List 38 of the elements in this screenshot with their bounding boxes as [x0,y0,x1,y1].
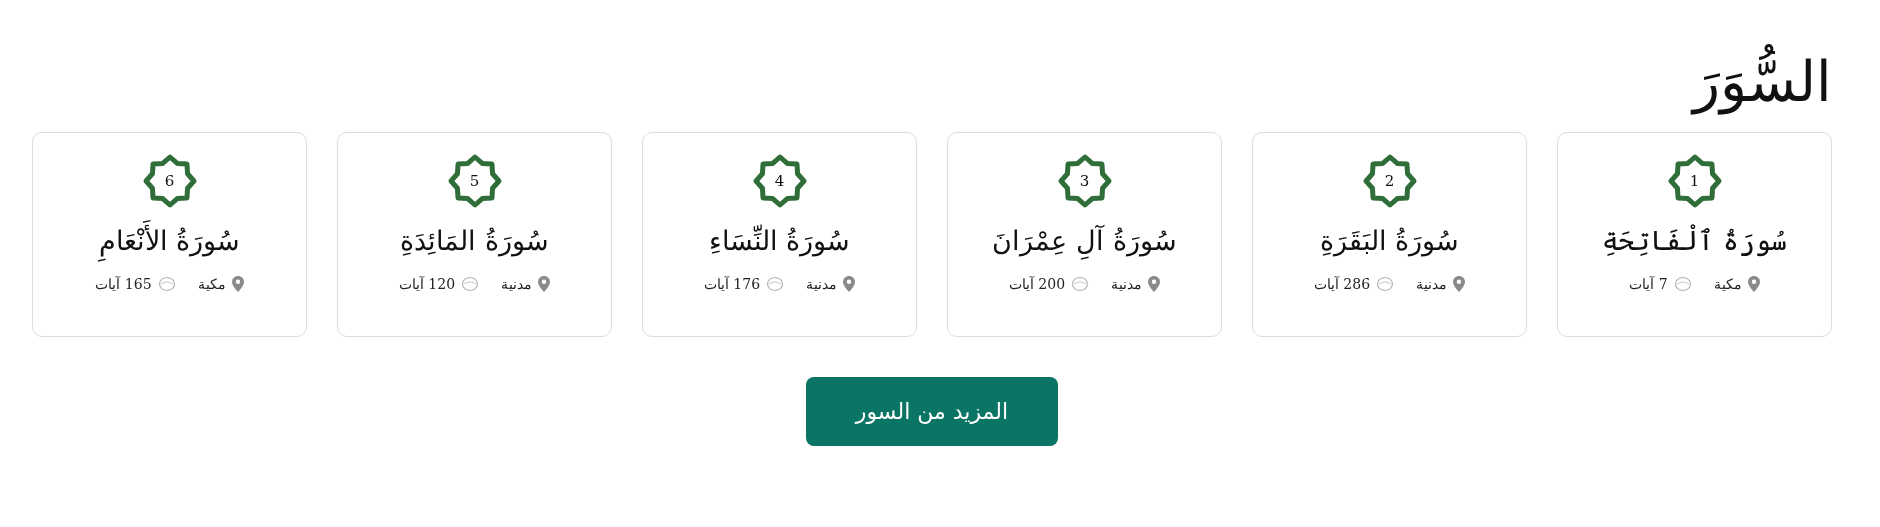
surah-name: سُورَةُ الأَنْعَامِ [98,221,241,261]
revelation-type: مكية [197,276,226,292]
surah-name: سُورَةُ ٱلْفَاتِحَةِ [1602,223,1787,259]
surah-number: 4 [774,172,785,190]
more-surahs-button[interactable]: المزيد من السور [806,377,1058,446]
location-pin-icon [1148,276,1161,292]
ayah-count: 286 آيات [1313,276,1371,292]
surah-name: سُورَةُ آلِ عِمْرَانَ [992,221,1177,261]
revelation-type: مدنية [1416,276,1448,292]
revelation-type: مكية [1713,276,1742,292]
page-title: السُّوَرَ [32,42,1832,122]
star-icon [141,153,198,209]
ayah-count: 176 آيات [703,276,761,292]
star-icon [1666,153,1723,209]
location-pin-icon [1747,276,1760,292]
surah-name: سُورَةُ النِّسَاءِ [708,223,851,259]
location-pin-icon [538,276,551,292]
location-pin-icon [231,276,244,292]
ayah-count: 200 آيات [1008,276,1066,292]
star-icon [1056,153,1113,209]
surah-number: 3 [1079,172,1090,190]
revelation-type: مدنية [1111,276,1143,292]
surah-number: 5 [469,172,480,190]
location-pin-icon [843,276,856,292]
star-icon [751,153,808,209]
revelation-type: مدنية [501,276,533,292]
star-icon [1361,153,1418,209]
star-icon [446,153,503,209]
location-pin-icon [1453,276,1466,292]
ayah-count: 7 آيات [1629,276,1668,292]
ayah-count: 165 آيات [95,276,152,292]
surah-name: سُورَةُ البَقَرَةِ [1319,224,1460,259]
ayah-count: 120 آيات [398,276,456,292]
surah-number: 1 [1689,172,1700,190]
surah-number: 6 [164,172,175,190]
surah-number: 2 [1384,172,1395,190]
surah-name: سُورَةُ المَائِدَةِ [400,224,549,259]
revelation-type: مدنية [806,276,838,292]
